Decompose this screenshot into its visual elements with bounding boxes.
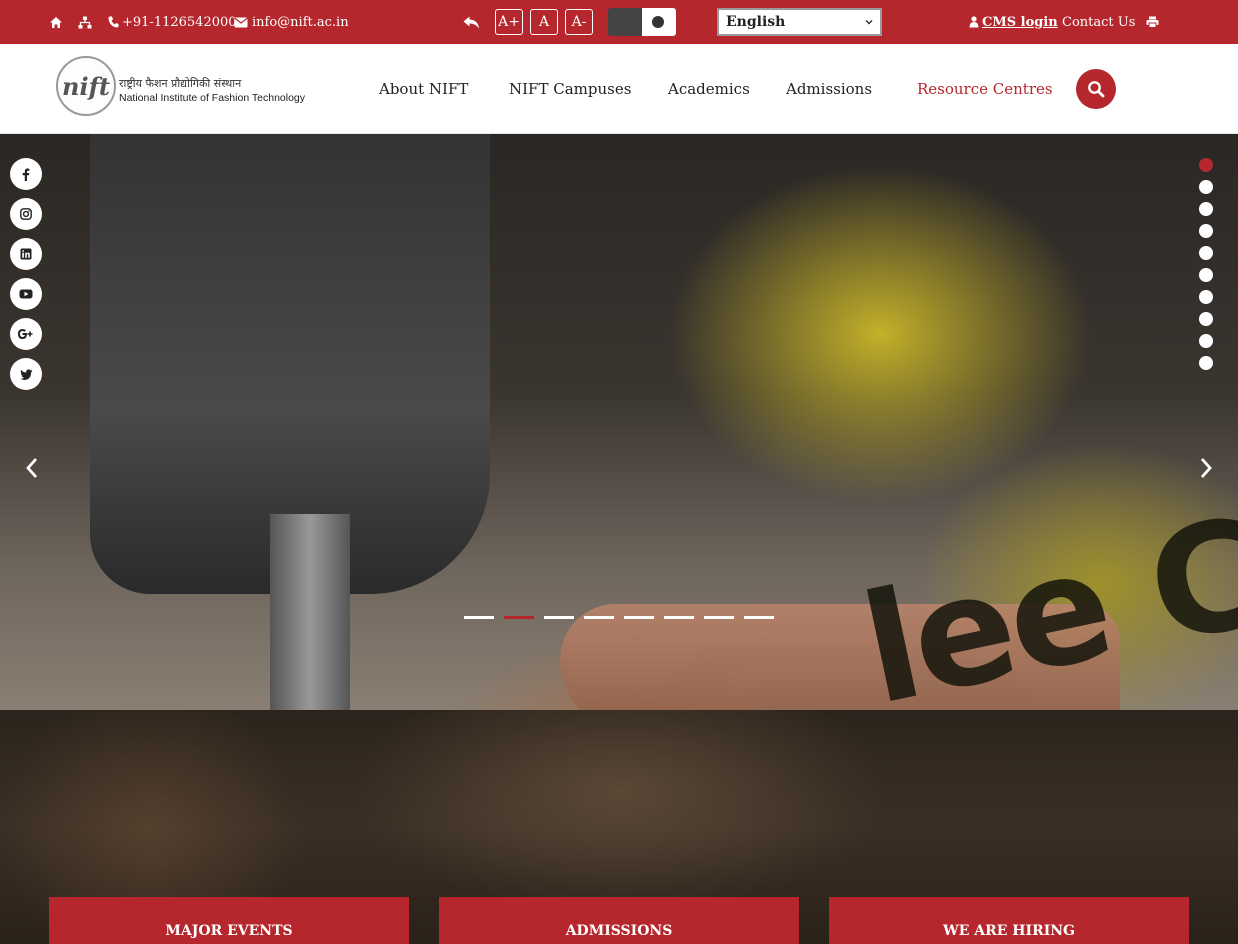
slide-dot[interactable] [1199, 246, 1213, 260]
slide-dot[interactable] [1199, 202, 1213, 216]
contact-us-link[interactable]: Contact Us [1062, 0, 1135, 44]
slide-indicator[interactable] [664, 616, 694, 619]
nav-resource-centres[interactable]: Resource Centres [917, 44, 1053, 134]
we-are-hiring-label: WE ARE HIRING [942, 923, 1076, 939]
we-are-hiring-card[interactable]: WE ARE HIRING [829, 897, 1189, 944]
major-events-card[interactable]: MAJOR EVENTS [49, 897, 409, 944]
slide-dot[interactable] [1199, 290, 1213, 304]
slide-dot[interactable] [1199, 268, 1213, 282]
slide-indicator[interactable] [624, 616, 654, 619]
top-utility-bar: +91-1126542000 info@nift.ac.in A+ A A- E… [0, 0, 1238, 44]
search-icon [1088, 81, 1105, 98]
chevron-left-icon [26, 458, 38, 478]
slide-image-needle [270, 514, 350, 710]
slide-indicator[interactable] [504, 616, 534, 619]
language-selected-value: English [726, 14, 786, 30]
slide-dot[interactable] [1199, 224, 1213, 238]
phone-link[interactable]: +91-1126542000 [108, 0, 237, 44]
nav-academics[interactable]: Academics [668, 44, 750, 134]
print-icon[interactable] [1146, 0, 1159, 44]
next-slide-button[interactable] [1194, 456, 1218, 480]
slide-indicator[interactable] [584, 616, 614, 619]
slide-dot[interactable] [1199, 334, 1213, 348]
reply-icon[interactable] [463, 0, 480, 44]
envelope-icon [234, 17, 248, 27]
nav-about-nift[interactable]: About NIFT [379, 44, 468, 134]
language-select[interactable]: English [717, 8, 882, 36]
slide-shirt-print: lee Coop [849, 423, 1238, 710]
logo-mark: nift [62, 71, 110, 101]
linkedin-icon[interactable] [10, 238, 42, 270]
admissions-label: ADMISSIONS [565, 923, 673, 939]
chevron-down-icon [865, 19, 873, 25]
home-icon[interactable] [49, 0, 63, 44]
font-normal-button[interactable]: A [530, 9, 558, 35]
admissions-card[interactable]: ADMISSIONS [439, 897, 799, 944]
phone-icon [108, 16, 119, 28]
youtube-icon[interactable] [10, 278, 42, 310]
slide-indicator[interactable] [544, 616, 574, 619]
chevron-right-icon [1200, 458, 1212, 478]
slide-indicator[interactable] [704, 616, 734, 619]
nift-logo[interactable]: nift राष्ट्रीय फैशन प्रौद्योगिकी संस्थान… [56, 56, 306, 118]
previous-slide-button[interactable] [20, 456, 44, 480]
google-plus-icon[interactable] [10, 318, 42, 350]
email-link[interactable]: info@nift.ac.in [234, 0, 349, 44]
cms-login-link[interactable]: CMS login [969, 0, 1058, 44]
hero-slider: lee Coop [0, 134, 1238, 710]
font-increase-button[interactable]: A+ [495, 9, 523, 35]
slide-dot[interactable] [1199, 180, 1213, 194]
sitemap-icon[interactable] [78, 0, 92, 44]
email-address: info@nift.ac.in [252, 14, 349, 30]
facebook-icon[interactable] [10, 158, 42, 190]
search-button[interactable] [1076, 69, 1116, 109]
nav-nift-campuses[interactable]: NIFT Campuses [509, 44, 631, 134]
main-header: nift राष्ट्रीय फैशन प्रौद्योगिकी संस्थान… [0, 44, 1238, 134]
logo-hindi-text: राष्ट्रीय फैशन प्रौद्योगिकी संस्थान [119, 77, 242, 90]
instagram-icon[interactable] [10, 198, 42, 230]
logo-emblem: nift [56, 56, 116, 116]
font-decrease-button[interactable]: A- [565, 9, 593, 35]
major-events-label: MAJOR EVENTS [165, 923, 293, 939]
dark-mode-option[interactable] [608, 8, 642, 36]
slide-dot[interactable] [1199, 158, 1213, 172]
twitter-icon[interactable] [10, 358, 42, 390]
light-mode-option[interactable] [642, 8, 676, 36]
slide-dot[interactable] [1199, 312, 1213, 326]
slide-indicator[interactable] [744, 616, 774, 619]
cms-login-label: CMS login [982, 14, 1058, 30]
nav-admissions[interactable]: Admissions [786, 44, 872, 134]
phone-number: +91-1126542000 [122, 14, 237, 30]
user-icon [969, 16, 979, 28]
logo-english-text: National Institute of Fashion Technology [119, 92, 306, 104]
slide-indicator[interactable] [464, 616, 494, 619]
contrast-toggle[interactable] [608, 8, 676, 36]
slide-dot[interactable] [1199, 356, 1213, 370]
